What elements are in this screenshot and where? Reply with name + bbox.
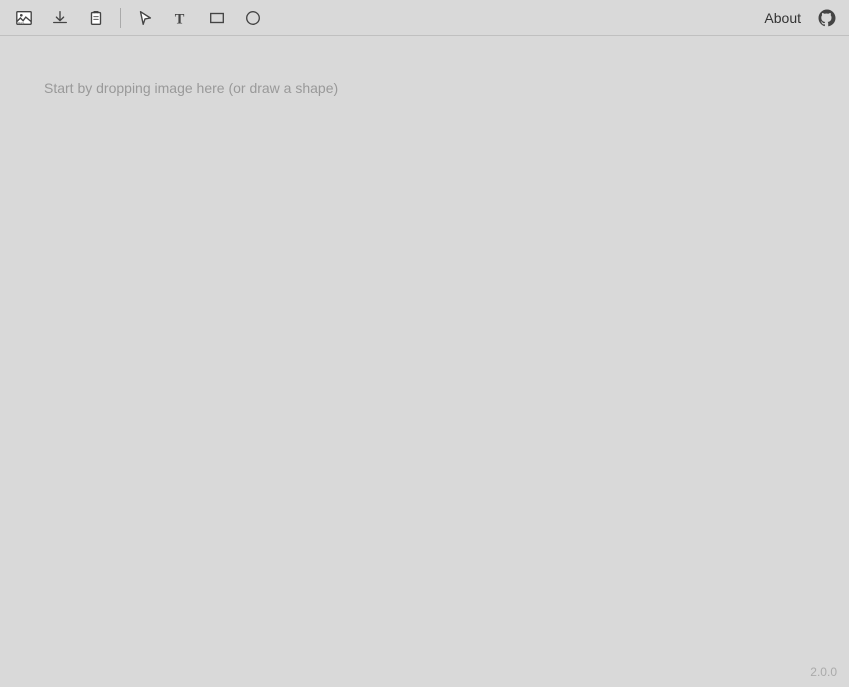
toolbar-left: IMG bbox=[8, 4, 756, 32]
toolbar-right: About bbox=[760, 4, 841, 32]
download-icon bbox=[51, 9, 69, 27]
ellipse-icon bbox=[244, 9, 262, 27]
about-button[interactable]: About bbox=[760, 8, 805, 28]
github-icon bbox=[817, 8, 837, 28]
rectangle-icon bbox=[208, 9, 226, 27]
clipboard-icon bbox=[87, 9, 105, 27]
select-icon bbox=[136, 9, 154, 27]
drop-hint: Start by dropping image here (or draw a … bbox=[44, 80, 338, 96]
version-label: 2.0.0 bbox=[810, 665, 837, 679]
svg-text:T: T bbox=[175, 11, 185, 27]
canvas-area[interactable]: Start by dropping image here (or draw a … bbox=[0, 36, 849, 687]
text-tool[interactable]: T bbox=[165, 4, 197, 32]
rectangle-tool[interactable] bbox=[201, 4, 233, 32]
github-button[interactable] bbox=[813, 4, 841, 32]
select-tool[interactable] bbox=[129, 4, 161, 32]
text-icon: T bbox=[172, 9, 190, 27]
ellipse-tool[interactable] bbox=[237, 4, 269, 32]
separator-1 bbox=[120, 8, 121, 28]
svg-text:IMG: IMG bbox=[18, 21, 25, 25]
image-icon: IMG bbox=[15, 9, 33, 27]
toolbar: IMG bbox=[0, 0, 849, 36]
image-tool[interactable]: IMG bbox=[8, 4, 40, 32]
download-tool[interactable] bbox=[44, 4, 76, 32]
clipboard-tool[interactable] bbox=[80, 4, 112, 32]
